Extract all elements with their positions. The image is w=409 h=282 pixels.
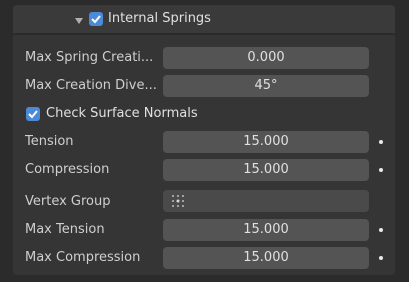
max-tension-field[interactable]: 15.000 <box>163 219 369 241</box>
max-creation-diversion-label: Max Creation Dive... <box>25 78 157 93</box>
vertex-group-icon <box>172 195 184 207</box>
max-compression-animate-dot-icon[interactable] <box>379 256 383 260</box>
max-spring-creation-field[interactable]: 0.000 <box>163 47 369 69</box>
internal-springs-panel: Internal Springs Max Spring Creati... 0.… <box>0 0 409 282</box>
max-spring-creation-label: Max Spring Creati... <box>25 50 154 65</box>
max-compression-label: Max Compression <box>25 250 141 265</box>
panel-title: Internal Springs <box>108 11 211 26</box>
max-tension-label: Max Tension <box>25 222 105 237</box>
tension-field[interactable]: 15.000 <box>163 131 369 153</box>
check-surface-normals-checkbox[interactable] <box>26 107 40 121</box>
vertex-group-label: Vertex Group <box>25 194 111 209</box>
internal-springs-checkbox[interactable] <box>89 12 103 26</box>
compression-label: Compression <box>25 162 110 177</box>
panel-header[interactable]: Internal Springs <box>13 5 395 33</box>
compression-field[interactable]: 15.000 <box>163 159 369 181</box>
collapse-triangle-icon[interactable] <box>75 18 83 24</box>
vertex-group-field[interactable] <box>163 190 369 212</box>
tension-label: Tension <box>25 134 74 149</box>
check-surface-normals-label: Check Surface Normals <box>46 106 198 121</box>
max-creation-diversion-field[interactable]: 45° <box>163 75 369 97</box>
max-tension-animate-dot-icon[interactable] <box>379 228 383 232</box>
max-compression-field[interactable]: 15.000 <box>163 247 369 269</box>
tension-animate-dot-icon[interactable] <box>379 140 383 144</box>
compression-animate-dot-icon[interactable] <box>379 168 383 172</box>
panel-body: Max Spring Creati... 0.000 Max Creation … <box>13 35 395 275</box>
